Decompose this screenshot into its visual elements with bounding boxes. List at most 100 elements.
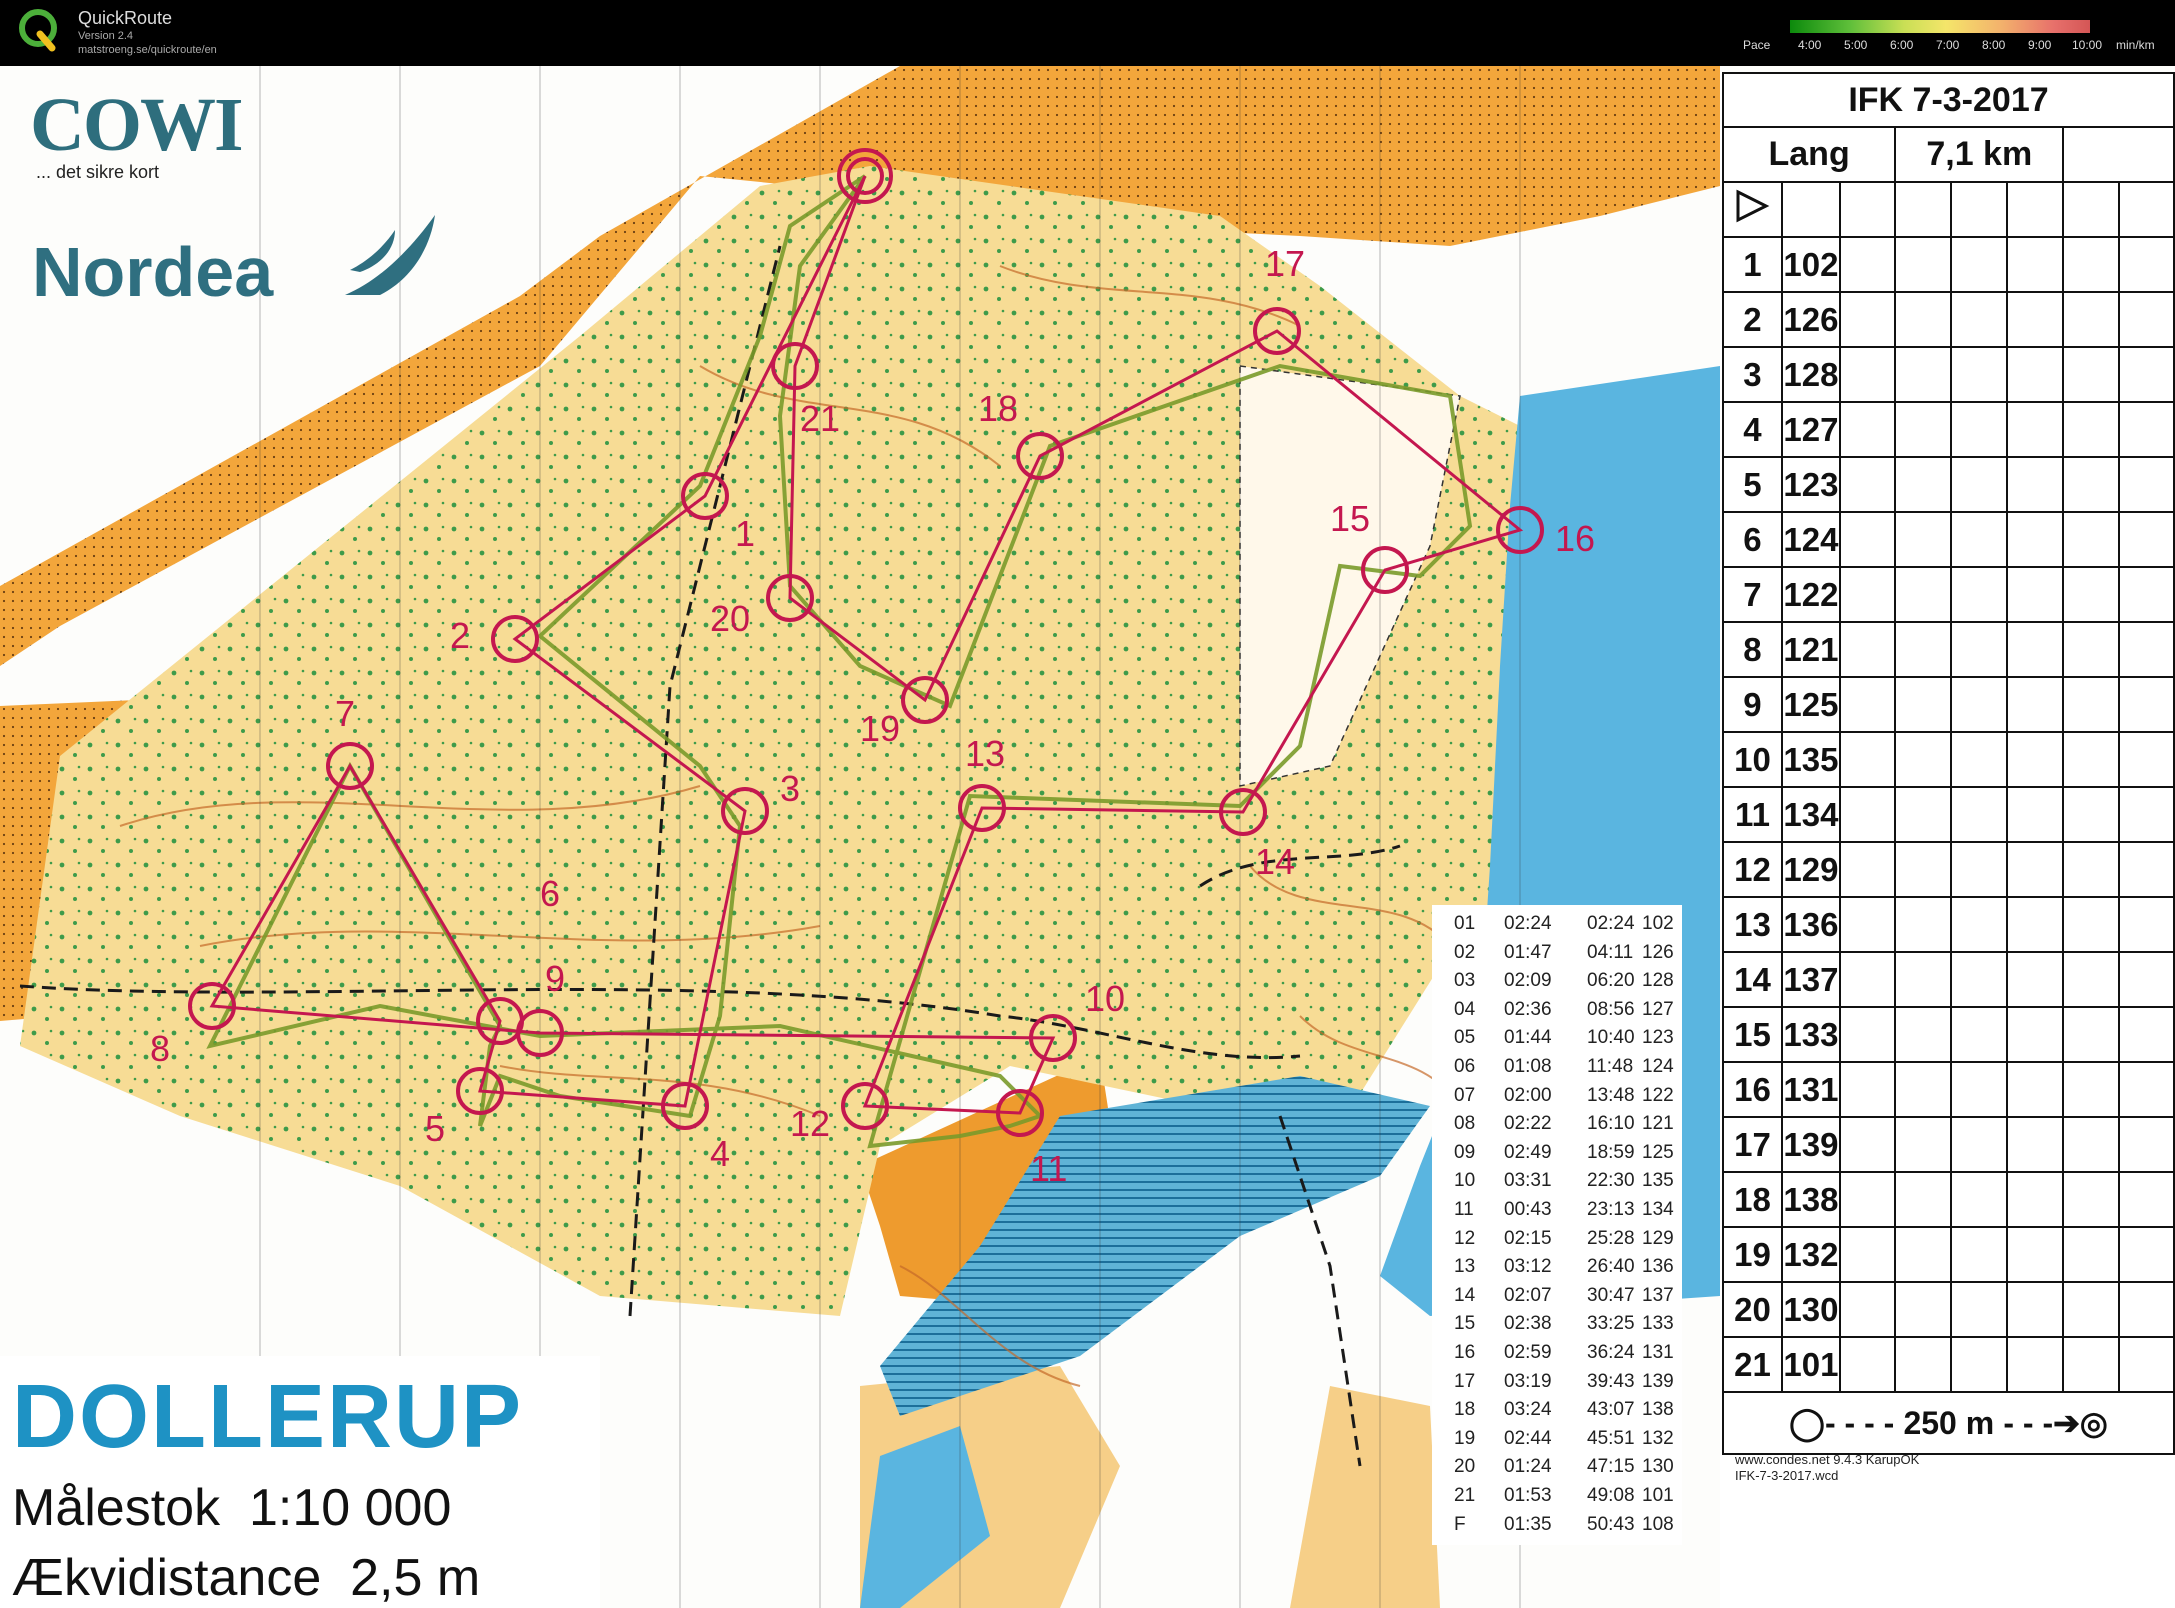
split-row: 14 02:07 30:47 137 [1432,1285,1682,1311]
finish-row: ◯- - - - 250 m - - -➔◎ [1722,1391,2175,1455]
split-leg: 09 [1454,1141,1476,1163]
start-symbol-cell [1722,181,1783,238]
description-symbol-cell [2062,951,2120,1008]
area-name: DOLLERUP [12,1367,523,1467]
split-code: 121 [1642,1113,1674,1135]
control-number: 13 [1722,896,1783,953]
split-code: 126 [1642,941,1674,963]
description-symbol-cell [2062,456,2120,513]
split-total: 50:43 [1587,1513,1635,1535]
description-symbol-cell [1894,676,1953,733]
description-symbol-cell [2062,566,2120,623]
description-symbol-cell [1950,291,2009,348]
description-symbol-cell [1950,786,2009,843]
description-symbol-cell [1894,1061,1953,1118]
description-symbol-cell [2006,346,2065,403]
control-number: 3 [1722,346,1783,403]
control-number: 14 [1722,951,1783,1008]
split-code: 102 [1642,913,1674,934]
control-code: 131 [1780,1061,1841,1118]
description-symbol-cell [1894,511,1953,568]
split-total: 04:11 [1587,941,1634,963]
description-symbol-cell [2062,896,2120,953]
cowi-tagline: ... det sikre kort [36,162,160,182]
description-symbol-cell [2006,236,2065,293]
control-code: 135 [1780,731,1841,788]
course-name: Lang [1721,126,1897,183]
split-code: 130 [1642,1456,1674,1478]
description-symbol-cell [1838,1171,1897,1228]
control-row: 11 134 [1722,786,2175,843]
description-symbol-cell [2006,1336,2065,1393]
description-symbol-cell [2006,1226,2065,1283]
description-symbol-cell [1950,1226,2009,1283]
split-leg: 13 [1454,1256,1476,1278]
description-symbol-cell [1894,841,1953,898]
description-symbol-cell [2062,1061,2120,1118]
split-split: 02:44 [1504,1427,1552,1449]
control-number: 1 [1722,236,1783,293]
description-symbol-cell [2117,841,2175,898]
split-code: 122 [1642,1084,1674,1106]
split-split: 02:09 [1504,970,1552,992]
split-code: 101 [1642,1485,1674,1506]
split-leg: 12 [1454,1227,1476,1249]
software-credit: www.condes.net 9.4.3 KarupOK [1735,1452,1920,1467]
split-code: 132 [1642,1427,1674,1449]
description-symbol-cell [2006,1171,2065,1228]
split-total: 30:47 [1587,1284,1635,1306]
pace-color-scale [1790,20,2090,33]
description-symbol-cell [1894,456,1953,513]
control-row: 5 123 [1722,456,2175,513]
split-total: 26:40 [1587,1256,1635,1278]
control-code: 102 [1780,236,1841,293]
split-total: 06:20 [1587,970,1635,992]
description-symbol-cell [2006,951,2065,1008]
control-code: 139 [1780,1116,1841,1173]
split-code: 108 [1642,1513,1674,1535]
split-row: 16 02:59 36:24 131 [1432,1342,1682,1368]
start-triangle-icon [1736,189,1770,222]
control-label: 12 [790,1103,830,1144]
control-row: 13 136 [1722,896,2175,953]
split-times-table: 01 02:24 02:24 102 02 01:47 04:11 126 03 02:09 06:… [1432,905,1682,1545]
description-symbol-cell [2062,401,2120,458]
split-split: 02:00 [1504,1084,1552,1106]
split-leg: 16 [1454,1342,1476,1363]
control-label: 6 [540,873,560,914]
split-code: 137 [1642,1284,1674,1306]
control-code: 125 [1780,676,1841,733]
split-row: 01 02:24 02:24 102 [1432,913,1682,939]
finish-distance: 250 m [1903,1405,1995,1441]
description-symbol-cell [1950,1006,2009,1063]
control-row: 8 121 [1722,621,2175,678]
description-symbol-cell [2006,511,2065,568]
description-symbol-cell [1950,896,2009,953]
app-url[interactable]: matstroeng.se/quickroute/en [78,44,217,56]
split-leg: 03 [1454,970,1476,992]
description-symbol-cell [2062,1116,2120,1173]
description-symbol-cell [2062,346,2120,403]
split-split: 03:31 [1504,1170,1552,1192]
split-row: 17 03:19 39:43 139 [1432,1371,1682,1397]
description-symbol-cell [2006,731,2065,788]
description-symbol-cell [2062,731,2120,788]
control-code: 101 [1780,1336,1841,1393]
control-row: 14 137 [1722,951,2175,1008]
control-row: 15 133 [1722,1006,2175,1063]
split-code: 139 [1642,1370,1674,1392]
control-label: 1 [735,513,755,554]
description-symbol-cell [1838,456,1897,513]
pace-tick: 4:00 [1798,38,1822,52]
description-symbol-cell [2117,1116,2175,1173]
course-info: www.condes.net 9.4.3 KarupOK IFK-7-3-201… [1735,1452,1919,1484]
description-symbol-cell [1950,621,2009,678]
description-symbol-cell [1894,236,1953,293]
description-symbol-cell [1838,236,1897,293]
control-label: 18 [978,388,1018,429]
control-label: 11 [1030,1148,1067,1189]
description-symbol-cell [2117,951,2175,1008]
description-symbol-cell [2117,731,2175,788]
control-code: 121 [1780,621,1841,678]
split-row: 18 03:24 43:07 138 [1432,1399,1682,1425]
